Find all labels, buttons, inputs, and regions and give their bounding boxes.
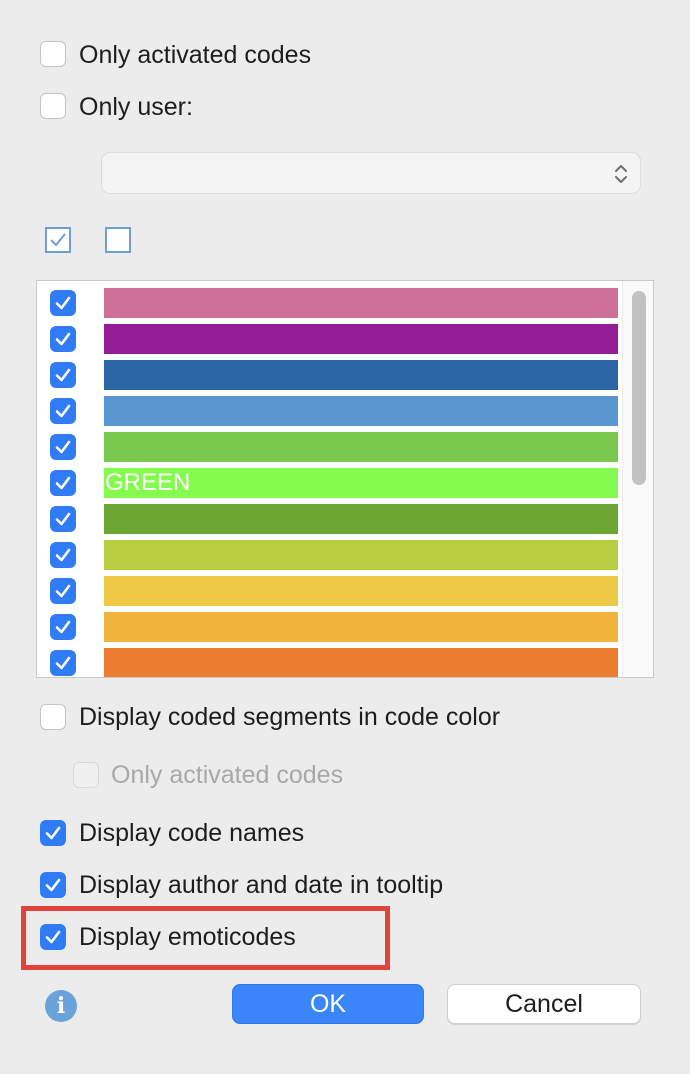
code-checkbox[interactable] <box>50 506 76 532</box>
list-item[interactable] <box>37 501 653 537</box>
display-author-date-label: Display author and date in tooltip <box>79 871 444 899</box>
code-checkbox[interactable] <box>50 614 76 640</box>
scrollbar-thumb[interactable] <box>632 291 646 485</box>
list-item[interactable] <box>37 573 653 609</box>
chevron-updown-icon <box>615 165 627 183</box>
display-coded-segments-checkbox[interactable] <box>40 704 66 730</box>
only-activated-codes-sub-label: Only activated codes <box>111 761 344 789</box>
select-all-button[interactable] <box>45 227 71 253</box>
list-item[interactable] <box>37 537 653 573</box>
code-color-swatch[interactable] <box>104 576 618 606</box>
highlight-box <box>21 906 390 970</box>
code-checkbox[interactable] <box>50 578 76 604</box>
cancel-button[interactable]: Cancel <box>447 984 641 1024</box>
deselect-all-button[interactable] <box>105 227 131 253</box>
code-checkbox[interactable] <box>50 398 76 424</box>
ok-button[interactable]: OK <box>232 984 424 1024</box>
list-item[interactable] <box>37 357 653 393</box>
code-color-swatch[interactable] <box>104 612 618 642</box>
checkmark-icon <box>50 233 66 247</box>
code-color-swatch[interactable] <box>104 288 618 318</box>
code-color-swatch[interactable] <box>104 540 618 570</box>
only-activated-codes-sub-checkbox <box>73 762 99 788</box>
only-user-label: Only user: <box>79 93 193 121</box>
display-coded-segments-label: Display coded segments in code color <box>79 703 501 731</box>
display-code-names-label: Display code names <box>79 819 305 847</box>
code-color-swatch[interactable] <box>104 324 618 354</box>
code-checkbox[interactable] <box>50 434 76 460</box>
code-color-swatch[interactable] <box>104 504 618 534</box>
code-color-swatch[interactable] <box>104 432 618 462</box>
info-icon[interactable]: i <box>45 990 77 1022</box>
code-color-swatch[interactable] <box>104 648 618 677</box>
list-item[interactable] <box>37 609 653 645</box>
only-activated-codes-checkbox[interactable] <box>40 41 66 67</box>
code-checkbox[interactable] <box>50 650 76 676</box>
display-code-names-checkbox[interactable] <box>40 820 66 846</box>
list-item[interactable] <box>37 645 653 677</box>
list-item[interactable] <box>37 285 653 321</box>
checkmark-icon <box>45 826 61 840</box>
codes-list[interactable]: GREEN <box>36 280 654 678</box>
only-user-checkbox[interactable] <box>40 93 66 119</box>
user-select[interactable] <box>101 152 641 194</box>
display-author-date-checkbox[interactable] <box>40 872 66 898</box>
list-item[interactable] <box>37 429 653 465</box>
checkmark-icon <box>45 878 61 892</box>
scrollbar[interactable] <box>622 281 653 677</box>
code-checkbox[interactable] <box>50 542 76 568</box>
code-color-swatch[interactable] <box>104 396 618 426</box>
code-color-swatch[interactable]: GREEN <box>104 468 618 498</box>
code-checkbox[interactable] <box>50 470 76 496</box>
list-item[interactable] <box>37 393 653 429</box>
code-color-swatch[interactable] <box>104 360 618 390</box>
code-checkbox[interactable] <box>50 362 76 388</box>
only-activated-codes-label: Only activated codes <box>79 41 312 69</box>
list-item[interactable]: GREEN <box>37 465 653 501</box>
code-checkbox[interactable] <box>50 290 76 316</box>
list-item[interactable] <box>37 321 653 357</box>
code-checkbox[interactable] <box>50 326 76 352</box>
